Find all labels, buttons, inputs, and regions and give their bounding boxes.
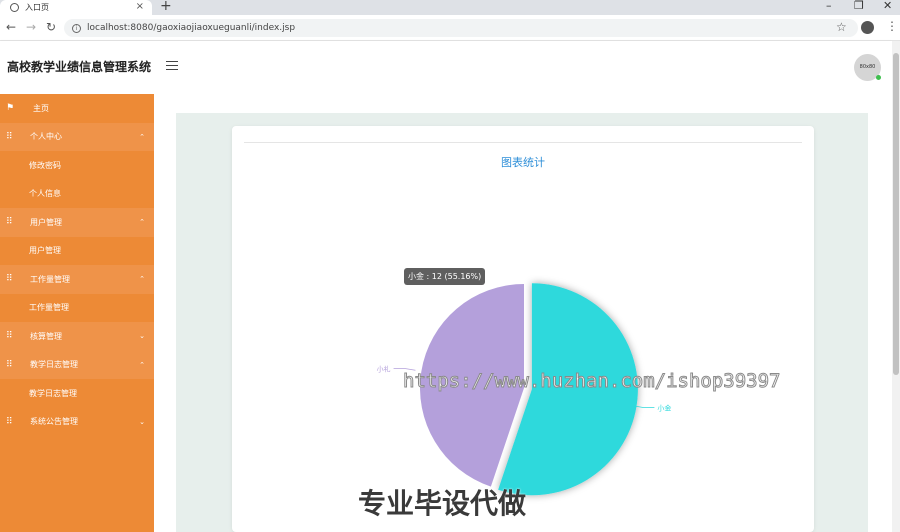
sidebar-group-workload-management[interactable]: ⠿ 工作量管理 ⌃ (0, 265, 154, 294)
sidebar-item-personal-info[interactable]: 个人信息 (0, 179, 154, 208)
sidebar-item-label: 个人中心 (30, 132, 62, 142)
pie-slice-label: 小礼 (377, 365, 391, 374)
page-scrollbar[interactable] (892, 41, 900, 532)
url-text: localhost:8080/gaoxiaojiaoxueguanli/inde… (87, 23, 296, 33)
chart-card: 图表统计 小金 小礼 (232, 126, 814, 532)
chevron-up-icon: ⌃ (139, 360, 145, 369)
sidebar-item-label: 核算管理 (30, 331, 62, 341)
chevron-down-icon: ⌄ (139, 332, 145, 341)
grid-icon: ⠿ (6, 416, 13, 427)
browser-tab-strip: 入口页 × + – ❐ ✕ (0, 0, 900, 15)
main-area: 图表统计 小金 小礼 (154, 94, 892, 532)
menu-kebab-icon[interactable]: ⋮ (886, 19, 898, 33)
info-icon[interactable]: i (72, 23, 81, 33)
browser-tab[interactable]: 入口页 × (0, 0, 152, 15)
minimize-button[interactable]: – (826, 0, 832, 12)
sidebar-item-label: 用户管理 (29, 246, 61, 256)
sidebar-item-user-management[interactable]: 用户管理 (0, 236, 154, 265)
chevron-up-icon: ⌃ (139, 275, 145, 284)
close-window-button[interactable]: ✕ (883, 0, 892, 12)
avatar-text: 80x80 (859, 64, 876, 70)
profile-icon[interactable] (861, 21, 874, 34)
forward-arrow-icon[interactable]: → (26, 20, 36, 34)
flag-icon: ⚑ (6, 103, 15, 114)
sidebar-item-label: 工作量管理 (30, 274, 70, 284)
sidebar-item-teaching-log-management[interactable]: 教学日志管理 (0, 379, 154, 408)
sidebar-item-change-password[interactable]: 修改密码 (0, 151, 154, 180)
sidebar-group-announcement-management[interactable]: ⠿ 系统公告管理 ⌄ (0, 407, 154, 436)
grid-icon: ⠿ (6, 274, 13, 285)
sidebar-group-accounting-management[interactable]: ⠿ 核算管理 ⌄ (0, 322, 154, 351)
sidebar-item-label: 教学日志管理 (30, 360, 78, 370)
reload-icon[interactable]: ↻ (46, 20, 56, 34)
scrollbar-thumb[interactable] (893, 53, 899, 375)
sidebar-item-label: 系统公告管理 (30, 417, 78, 427)
new-tab-button[interactable]: + (160, 0, 172, 14)
sidebar-group-user-management[interactable]: ⠿ 用户管理 ⌃ (0, 208, 154, 237)
sidebar-item-label: 个人信息 (29, 189, 61, 199)
content-panel: 图表统计 小金 小礼 (176, 113, 868, 532)
globe-icon (10, 3, 19, 12)
chevron-up-icon: ⌃ (139, 132, 145, 141)
grid-icon: ⠿ (6, 359, 13, 370)
address-bar-row: ← → ↻ i localhost:8080/gaoxiaojiaoxuegua… (0, 15, 900, 41)
watermark-url: https://www.huzhan.com/ishop39397 (403, 370, 781, 393)
chart-tooltip: 小金 : 12 (55.16%) (404, 268, 486, 285)
online-status-dot (876, 75, 881, 80)
sidebar-item-label: 用户管理 (30, 217, 62, 227)
app-header: 高校教学业绩信息管理系统 80x80 (0, 41, 892, 94)
chevron-down-icon: ⌄ (139, 417, 145, 426)
back-arrow-icon[interactable]: ← (6, 20, 16, 34)
grid-icon: ⠿ (6, 217, 13, 228)
sidebar-group-personal-center[interactable]: ⠿ 个人中心 ⌃ (0, 122, 154, 151)
sidebar-item-workload-management[interactable]: 工作量管理 (0, 293, 154, 322)
app-title: 高校教学业绩信息管理系统 (7, 60, 152, 74)
sidebar-item-label: 教学日志管理 (29, 388, 77, 398)
avatar[interactable]: 80x80 (854, 54, 881, 81)
sidebar-item-home[interactable]: ⚑ 主页 (0, 94, 154, 123)
sidebar-item-label: 修改密码 (29, 160, 61, 170)
watermark-text: 专业毕设代做 (358, 487, 527, 520)
grid-icon: ⠿ (6, 131, 13, 142)
sidebar-item-label: 主页 (33, 103, 49, 113)
pie-slice-label: 小金 (657, 403, 671, 412)
sidebar-item-label: 工作量管理 (29, 303, 69, 313)
grid-icon: ⠿ (6, 331, 13, 342)
maximize-button[interactable]: ❐ (854, 0, 864, 12)
sidebar: ⚑ 主页 ⠿ 个人中心 ⌃ 修改密码 个人信息 ⠿ 用户管理 ⌃ 用户管理 ⠿ … (0, 94, 154, 532)
pie-chart[interactable]: 小金 小礼 (232, 126, 814, 532)
menu-toggle-icon[interactable] (166, 61, 178, 73)
url-input[interactable]: i localhost:8080/gaoxiaojiaoxueguanli/in… (64, 19, 858, 37)
close-tab-icon[interactable]: × (136, 1, 144, 12)
tab-title: 入口页 (25, 3, 49, 12)
bookmark-star-icon[interactable]: ☆ (836, 20, 847, 34)
sidebar-group-teaching-log-management[interactable]: ⠿ 教学日志管理 ⌃ (0, 350, 154, 379)
chevron-up-icon: ⌃ (139, 218, 145, 227)
